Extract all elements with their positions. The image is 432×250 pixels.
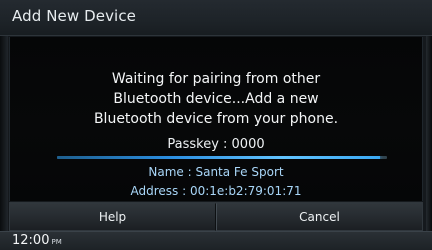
dialog-button-bar: Help Cancel [9,202,423,231]
pairing-dialog-content: Waiting for pairing from other Bluetooth… [9,37,423,201]
pairing-message-line-1: Waiting for pairing from other [111,71,321,87]
cancel-button[interactable]: Cancel [216,203,423,231]
clock-display: 12:00 PM [12,233,62,250]
clock-ampm: PM [51,238,62,246]
status-bar: 12:00 PM [0,231,432,250]
help-button[interactable]: Help [9,203,216,231]
pairing-message-line-2: Bluetooth device...Add a new [113,91,319,107]
pairing-message-line-3: Bluetooth device from your phone. [93,111,339,127]
device-name-label: Name : Santa Fe Sport [148,165,284,179]
pairing-progress-bar [57,156,387,159]
page-title: Add New Device [12,7,136,25]
pairing-message: Waiting for pairing from other Bluetooth… [10,69,422,129]
device-address-label: Address : 00:1e:b2:79:01:71 [130,184,302,198]
passkey-label: Passkey : 0000 [167,137,265,152]
right-frame-shadow [426,0,432,250]
pairing-progress-fill [57,156,381,159]
bluetooth-pairing-screen: Add New Device Waiting for pairing from … [0,0,432,250]
clock-time: 12:00 [12,233,50,248]
title-bar: Add New Device [0,0,432,36]
left-frame-shadow [0,0,8,250]
